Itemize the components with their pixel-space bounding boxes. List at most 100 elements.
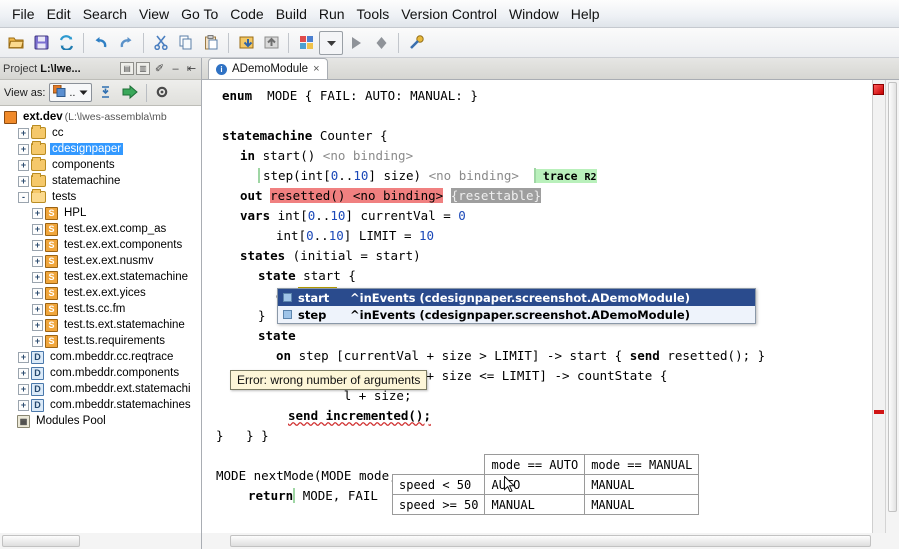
tree-item-com-mbeddr-statemachines[interactable]: +Dcom.mbeddr.statemachines [0, 397, 201, 413]
expand-node-icon[interactable]: + [32, 336, 43, 347]
menu-build[interactable]: Build [270, 4, 313, 24]
tree-item-test-ts-requirements[interactable]: +Stest.ts.requirements [0, 333, 201, 349]
import-icon[interactable] [234, 31, 258, 55]
expand-node-icon[interactable]: + [18, 176, 29, 187]
copy-icon[interactable] [174, 31, 198, 55]
menu-window[interactable]: Window [503, 4, 565, 24]
cut-icon[interactable] [149, 31, 173, 55]
run-config-dropdown-icon[interactable] [319, 31, 343, 55]
debug-icon[interactable] [369, 31, 393, 55]
scrollbar-thumb[interactable] [2, 535, 80, 547]
open-folder-icon[interactable] [4, 31, 28, 55]
tree-item-test-ex-ext-comp-as[interactable]: +Stest.ex.ext.comp_as [0, 221, 201, 237]
error-highlight-resetted[interactable]: resetted() <no binding> [270, 188, 443, 203]
expand-node-icon[interactable]: + [18, 352, 29, 363]
tree-item-components[interactable]: +components [0, 157, 201, 173]
build-icon[interactable] [294, 31, 318, 55]
table-cell[interactable]: MANUAL [485, 495, 585, 515]
table-cell[interactable]: MANUAL [585, 495, 699, 515]
collapse-all-icon[interactable] [96, 83, 116, 103]
tree-item-test-ts-cc-fm[interactable]: +Stest.ts.cc.fm [0, 301, 201, 317]
expand-node-icon[interactable]: + [32, 288, 43, 299]
expand-node-icon[interactable]: + [18, 400, 29, 411]
menu-help[interactable]: Help [565, 4, 606, 24]
paste-icon[interactable] [199, 31, 223, 55]
collapse-panel-icon[interactable]: ⇤ [185, 62, 198, 75]
menu-version-control[interactable]: Version Control [395, 4, 503, 24]
expand-node-icon[interactable]: + [32, 224, 43, 235]
scrollbar-thumb[interactable] [230, 535, 871, 547]
tree-item-cdesignpaper[interactable]: +cdesignpaper [0, 141, 201, 157]
expand-node-icon[interactable]: + [18, 144, 29, 155]
expand-node-icon[interactable]: + [18, 384, 29, 395]
expand-node-icon[interactable]: + [32, 272, 43, 283]
expand-node-icon[interactable]: + [18, 128, 29, 139]
tree-root-ext-dev[interactable]: ext.dev (L:\lwes-assembla\mb [0, 109, 201, 125]
run-icon[interactable] [344, 31, 368, 55]
scroll-to-source-icon[interactable] [120, 83, 140, 103]
menu-search[interactable]: Search [77, 4, 133, 24]
table-header-auto[interactable]: mode == AUTO [485, 455, 585, 475]
expand-node-icon[interactable]: + [32, 208, 43, 219]
save-icon[interactable] [29, 31, 53, 55]
decision-table[interactable]: mode == AUTO mode == MANUAL speed < 50 A… [392, 454, 699, 515]
menu-go-to[interactable]: Go To [175, 4, 224, 24]
code-canvas[interactable]: enum enum MODE { FAIL: AUTO: MANUAL: } M… [202, 80, 872, 533]
menu-code[interactable]: Code [224, 4, 269, 24]
export-icon[interactable] [259, 31, 283, 55]
autocomplete-item-start[interactable]: start ^inEvents (cdesignpaper.screenshot… [278, 289, 755, 306]
table-header-manual[interactable]: mode == MANUAL [585, 455, 699, 475]
menu-file[interactable]: File [6, 4, 41, 24]
view-as-combo[interactable]: .. [49, 83, 91, 102]
tree-item-test-ex-ext-nusmv[interactable]: +Stest.ex.ext.nusmv [0, 253, 201, 269]
chevron-down-icon[interactable] [79, 87, 88, 99]
refresh-icon[interactable] [54, 31, 78, 55]
table-cond-speed-lt[interactable]: speed < 50 [393, 475, 485, 495]
autocomplete-popup[interactable]: start ^inEvents (cdesignpaper.screenshot… [277, 288, 756, 324]
expand-node-icon[interactable]: + [32, 256, 43, 267]
error-line-marker[interactable] [874, 410, 884, 414]
expand-node-icon[interactable]: + [18, 160, 29, 171]
error-marker-icon[interactable] [873, 84, 884, 95]
tree-item-com-mbeddr-cc-reqtrace[interactable]: +Dcom.mbeddr.cc.reqtrace [0, 349, 201, 365]
tree-item-com-mbeddr-ext-statemachi[interactable]: +Dcom.mbeddr.ext.statemachi [0, 381, 201, 397]
collapse-node-icon[interactable]: - [18, 192, 29, 203]
table-cond-speed-gte[interactable]: speed >= 50 [393, 495, 485, 515]
trace-badge-r2[interactable]: trace R2 [536, 169, 597, 183]
settings-wrench-icon[interactable] [404, 31, 428, 55]
project-settings-gear-icon[interactable] [153, 83, 173, 103]
editor-vertical-scrollbar[interactable] [885, 80, 899, 533]
tree-item-modules-pool[interactable]: ▦Modules Pool [0, 413, 201, 429]
autocomplete-item-step[interactable]: step ^inEvents (cdesignpaper.screenshot.… [278, 306, 755, 323]
expand-node-icon[interactable]: + [18, 368, 29, 379]
scrollbar-thumb[interactable] [888, 82, 897, 512]
expand-node-icon[interactable]: + [32, 304, 43, 315]
undo-icon[interactable] [89, 31, 113, 55]
menu-tools[interactable]: Tools [351, 4, 396, 24]
expand-node-icon[interactable]: + [32, 320, 43, 331]
tree-item-test-ts-ext-statemachine[interactable]: +Stest.ts.ext.statemachine [0, 317, 201, 333]
resettable-annotation[interactable]: {resettable} [451, 188, 541, 203]
tree-item-tests[interactable]: -tests [0, 189, 201, 205]
tree-item-com-mbeddr-components[interactable]: +Dcom.mbeddr.components [0, 365, 201, 381]
project-tree[interactable]: ext.dev (L:\lwes-assembla\mb +cc+cdesign… [0, 106, 201, 533]
table-cell[interactable]: AUTO [485, 475, 585, 495]
expand-node-icon[interactable]: + [32, 240, 43, 251]
panel-layout-icon[interactable]: ▤ [120, 62, 134, 75]
panel-split-icon[interactable]: ▥ [136, 62, 150, 75]
redo-icon[interactable] [114, 31, 138, 55]
menu-view[interactable]: View [133, 4, 175, 24]
tree-item-statemachine[interactable]: +statemachine [0, 173, 201, 189]
error-marker-gutter[interactable] [872, 80, 885, 533]
menu-edit[interactable]: Edit [41, 4, 77, 24]
menu-run[interactable]: Run [313, 4, 351, 24]
pin-icon[interactable]: ✐ [153, 62, 166, 75]
sidebar-horizontal-scrollbar[interactable] [0, 533, 202, 549]
editor-horizontal-scrollbar[interactable] [202, 533, 899, 549]
minimize-icon[interactable]: – [169, 62, 182, 75]
tree-item-cc[interactable]: +cc [0, 125, 201, 141]
close-icon[interactable]: × [313, 63, 319, 75]
tab-ademomodule[interactable]: i ADemoModule × [208, 58, 328, 79]
tree-item-test-ex-ext-statemachine[interactable]: +Stest.ex.ext.statemachine [0, 269, 201, 285]
tree-item-hpl[interactable]: +SHPL [0, 205, 201, 221]
